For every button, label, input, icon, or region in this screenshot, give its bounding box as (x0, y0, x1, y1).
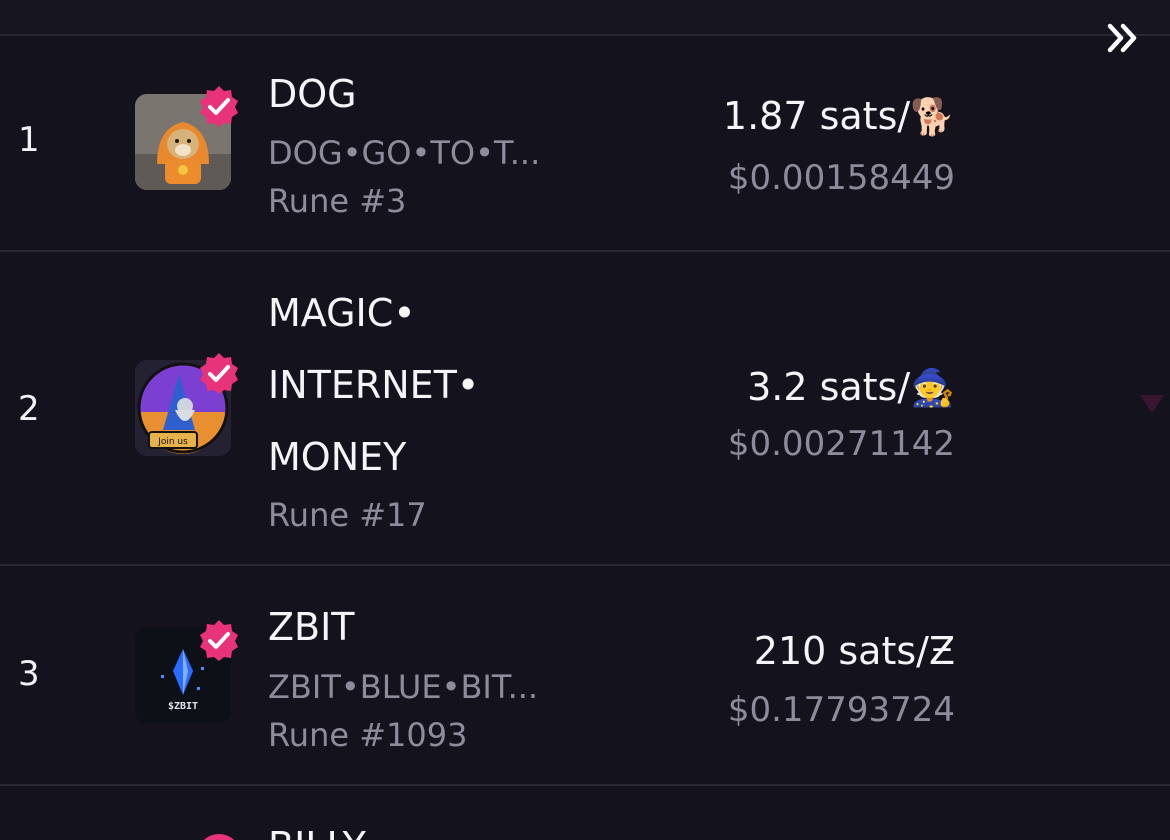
rank-number: 2 (18, 389, 40, 429)
price-sats: 3.2 sats/🧙 (747, 365, 955, 409)
wizard-symbol-icon: 🧙 (910, 368, 955, 409)
price-usd: $0.00158449 (727, 158, 955, 198)
rank-number: 1 (18, 120, 40, 160)
verified-check-badge-icon (200, 353, 238, 394)
price-value: 1.87 sats/ (722, 94, 911, 138)
rune-name: ZBIT (268, 605, 355, 649)
table-header-bar (0, 0, 1170, 36)
rune-spaced-name: DOG•GO•TO•T... (268, 134, 541, 172)
price-sats: 1.87 sats/🐕 (723, 94, 955, 138)
rune-name: BILLY (268, 810, 366, 840)
price-usd: $0.00271142 (727, 424, 955, 464)
rune-name-line-2: INTERNET• (268, 363, 480, 407)
price-sats: 210 sats/Ƶ (753, 629, 955, 673)
table-row[interactable]: 2 Join us MAGIC• INTERNET• MONEY Rune #1… (0, 252, 1170, 566)
rune-spaced-name: ZBIT•BLUE•BIT... (268, 668, 539, 706)
verified-check-badge-icon (200, 86, 238, 127)
logo-lettering: $ZBIT (168, 701, 198, 712)
dog-symbol-icon: 🐕 (910, 97, 955, 138)
verified-check-badge-icon (197, 834, 241, 840)
rune-name-line-1: MAGIC• (268, 291, 416, 335)
table-row[interactable]: 1 DOG DOG•GO•TO•T... Rune #3 1.87 sats/🐕… (0, 36, 1170, 252)
rank-number: 3 (18, 654, 40, 694)
faint-arrow-icon (1140, 395, 1164, 413)
rune-number: Rune #1093 (268, 716, 468, 754)
table-row[interactable]: 3 $ZBIT ZBIT ZBIT•BLUE•BIT... Rune #1093… (0, 566, 1170, 786)
table-row[interactable]: BILLY (0, 786, 1170, 840)
rune-name-line-3: MONEY (268, 435, 407, 479)
price-value: 3.2 sats/ (747, 365, 911, 409)
rune-name: DOG (268, 72, 357, 116)
price-usd: $0.17793724 (727, 690, 955, 730)
verified-check-badge-icon (200, 620, 238, 661)
logo-lettering: Join us (157, 437, 188, 447)
rune-number: Rune #3 (268, 182, 407, 220)
rune-number: Rune #17 (268, 496, 427, 534)
